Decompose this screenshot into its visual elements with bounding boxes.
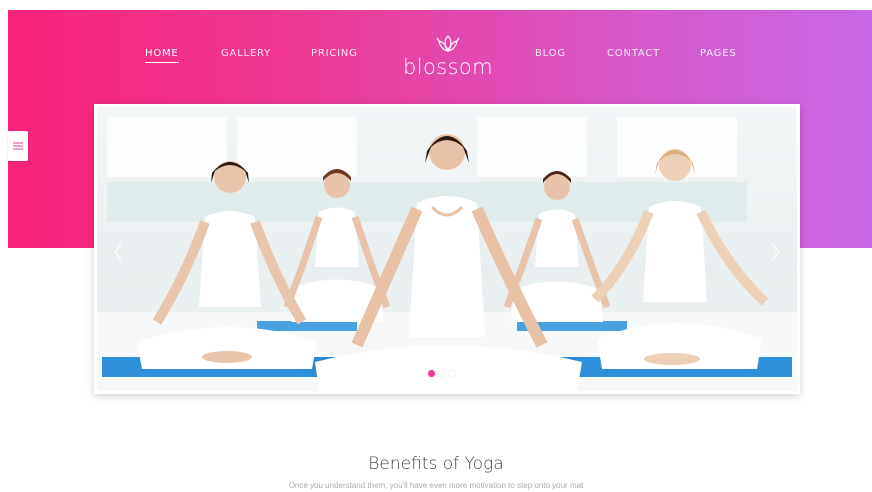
slider-dot[interactable] [448, 370, 455, 377]
nav-link-pages[interactable]: PAGES [700, 48, 736, 59]
slider-dot[interactable] [428, 370, 435, 377]
nav-link-contact[interactable]: CONTACT [607, 48, 660, 59]
yoga-class-photo [97, 107, 797, 391]
nav-link-gallery[interactable]: GALLERY [221, 48, 271, 59]
slider-prev-arrow[interactable] [111, 241, 127, 263]
menu-lines-icon [13, 142, 23, 150]
page: HOME GALLERY PRICING blossom BLOG CONTAC… [0, 0, 872, 492]
main-nav: HOME GALLERY PRICING blossom BLOG CONTAC… [0, 0, 872, 100]
slider-pagination [428, 370, 455, 377]
nav-link-blog[interactable]: BLOG [535, 48, 566, 59]
hero-slider [94, 104, 800, 394]
site-logo[interactable]: blossom [394, 34, 502, 79]
slider-next-arrow[interactable] [767, 241, 783, 263]
slide-image [97, 107, 797, 391]
lotus-icon [436, 35, 460, 52]
nav-link-pricing[interactable]: PRICING [311, 48, 358, 59]
section-title: Benefits of Yoga [368, 454, 504, 474]
logo-wordmark: blossom [403, 55, 493, 79]
side-panel-toggle[interactable] [8, 131, 28, 161]
slider-dot[interactable] [438, 370, 445, 377]
section-subtitle: Once you understand them, you'll have ev… [288, 481, 584, 490]
chevron-right-icon [771, 243, 780, 261]
chevron-left-icon [114, 243, 123, 261]
nav-link-home[interactable]: HOME [145, 48, 179, 63]
